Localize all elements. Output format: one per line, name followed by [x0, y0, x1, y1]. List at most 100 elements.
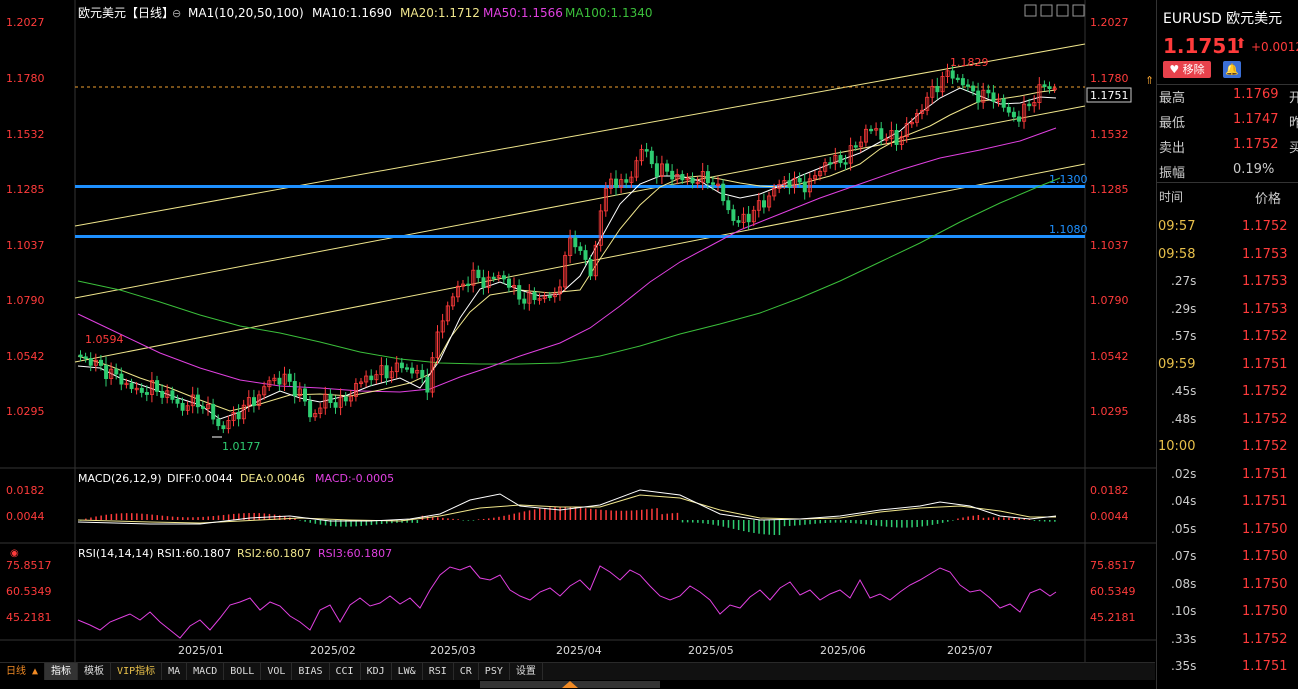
macd-bar	[584, 508, 587, 520]
rsi-axis-low-right: 45.2181	[1090, 611, 1136, 624]
macd-bar	[493, 517, 495, 520]
tick-row: 09:57 1.1752	[1157, 219, 1298, 247]
candle-body	[960, 78, 965, 86]
macd-bar	[110, 514, 113, 520]
crosshair-icon[interactable]	[1024, 4, 1037, 17]
macd-bar	[666, 513, 668, 520]
macd-bar	[182, 517, 184, 520]
macd-bar	[309, 520, 311, 523]
candle-body	[547, 295, 552, 298]
macd-bar	[982, 517, 985, 520]
tick-time: 09:59	[1158, 356, 1196, 372]
tab-12[interactable]: CR	[454, 663, 479, 681]
macd-bar	[1033, 520, 1036, 521]
macd-bar	[702, 520, 704, 524]
macd-bar	[737, 520, 740, 531]
macd-bar	[630, 510, 633, 520]
tab-0[interactable]: 指标	[45, 663, 79, 681]
chart-canvas[interactable]: 欧元美元【日线】 ⊖ MA1(10,20,50,100) MA10:1.1690…	[0, 0, 1156, 662]
tab-2[interactable]: VIP指标	[111, 663, 163, 681]
candle-body	[155, 380, 160, 392]
price-tick-right: 1.1532	[1090, 128, 1129, 141]
macd-bar	[161, 515, 164, 520]
candle-body	[287, 373, 292, 382]
ma20-value: MA20:1.1712	[400, 6, 480, 20]
candle-body	[1047, 86, 1052, 90]
candle-body	[955, 77, 960, 81]
tab-11[interactable]: RSI	[423, 663, 454, 681]
quote-panel: EURUSD 欧元美元 1.1751 ⬆ +0.0012 ♥ 移除 🔔 最高 1.…	[1156, 0, 1298, 689]
tab-7[interactable]: BIAS	[292, 663, 330, 681]
candle-body	[129, 382, 134, 390]
price-tick-left: 1.0295	[6, 405, 45, 418]
window-controls	[1024, 4, 1085, 17]
candle-body	[420, 369, 425, 378]
tick-time: .57s	[1171, 329, 1197, 343]
tick-price: 1.1752	[1242, 219, 1288, 234]
tab-14[interactable]: 设置	[510, 663, 543, 681]
tick-price: 1.1752	[1242, 384, 1288, 399]
price-axis-left: 1.2027 1.1780 1.1532 1.1285 1.1037 1.0790 1.05…	[6, 16, 45, 418]
tab-9[interactable]: KDJ	[361, 663, 392, 681]
tab-6[interactable]: VOL	[261, 663, 293, 681]
rsi-axis-mid-left: 60.5349	[6, 585, 52, 598]
candle-body	[144, 392, 149, 395]
macd-dea: DEA:0.0046	[240, 472, 305, 485]
prev-icon[interactable]	[1056, 4, 1069, 17]
grid-icon[interactable]	[1040, 4, 1053, 17]
macd-bar	[620, 510, 623, 520]
macd-bar	[523, 511, 526, 520]
candle-body	[680, 174, 685, 181]
macd-bar	[503, 515, 505, 520]
next-icon[interactable]	[1072, 4, 1085, 17]
alert-bell-icon[interactable]: 🔔	[1223, 61, 1241, 78]
macd-bar	[947, 520, 949, 522]
remove-watchlist-button[interactable]: ♥ 移除	[1163, 61, 1211, 78]
tick-time: .10s	[1171, 604, 1197, 618]
candle-body	[746, 213, 751, 223]
tick-row: .29s 1.1753	[1157, 302, 1298, 330]
macd-bar	[227, 514, 230, 520]
macd-bar	[651, 508, 653, 520]
macd-bar	[763, 520, 765, 535]
period-selector[interactable]: 日线 ▲	[0, 663, 46, 681]
stat-side: 昨	[1289, 116, 1298, 131]
candle-body	[578, 246, 583, 251]
macd-bar	[768, 520, 770, 535]
macd-bar	[890, 520, 893, 528]
ma10-value: MA10:1.1690	[312, 6, 392, 20]
macd-bar	[635, 510, 638, 520]
tab-1[interactable]: 模板	[78, 663, 112, 681]
tab-8[interactable]: CCI	[330, 663, 361, 681]
tab-13[interactable]: PSY	[479, 663, 510, 681]
tab-4[interactable]: MACD	[187, 663, 225, 681]
macd-bar	[686, 520, 689, 523]
macd-bar	[681, 520, 684, 523]
tick-price: 1.1750	[1242, 521, 1288, 537]
tick-time: .29s	[1171, 301, 1197, 316]
macd-bar	[641, 509, 643, 520]
macd-bar	[1018, 518, 1020, 520]
macd-bar	[442, 517, 444, 520]
ticks-price-header: 价格	[1255, 192, 1282, 207]
macd-bar	[146, 514, 148, 520]
tick-price: 1.1753	[1242, 246, 1288, 262]
macd-bar	[845, 520, 847, 523]
tab-3[interactable]: MA	[162, 663, 188, 681]
macd-bar	[921, 520, 923, 527]
tab-10[interactable]: LW&	[392, 663, 423, 681]
quote-stat-row: 最高 1.1769 开	[1157, 87, 1298, 111]
candle-body	[333, 402, 338, 408]
collapse-icon[interactable]: ⊖	[172, 7, 181, 20]
macd-bar	[416, 520, 419, 524]
tab-5[interactable]: BOLL	[224, 663, 262, 681]
macd-bar	[263, 513, 266, 520]
tick-row: 10:00 1.1752	[1157, 439, 1298, 467]
scroll-marker-icon[interactable]	[562, 681, 578, 688]
macd-bar	[717, 520, 719, 526]
candle-body	[950, 70, 955, 79]
macd-bar	[518, 512, 521, 520]
candle-body	[114, 368, 119, 375]
rsi-settings-icon[interactable]: ◉	[10, 548, 19, 559]
macd-bar	[814, 520, 816, 524]
